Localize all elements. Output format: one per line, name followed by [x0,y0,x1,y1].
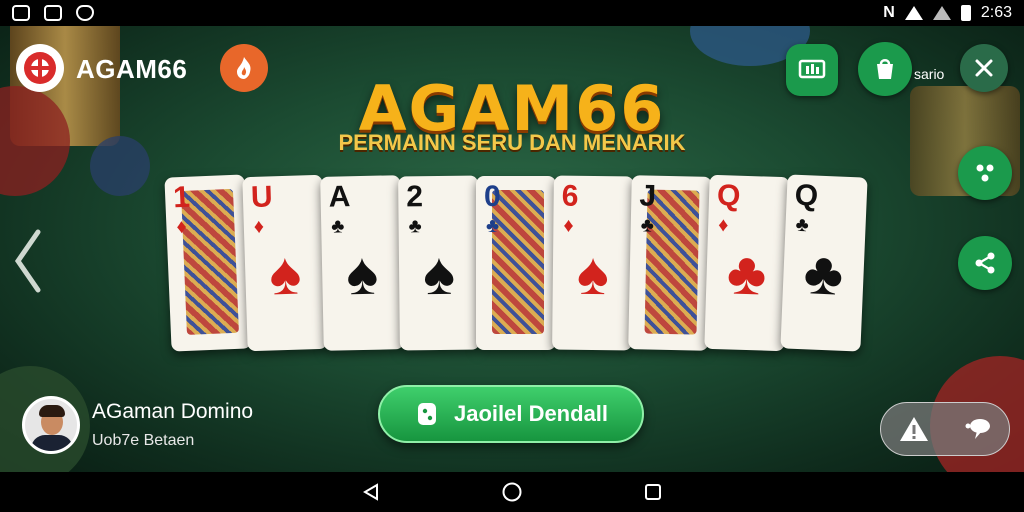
card-rank: J [639,179,657,213]
card-suit-icon: ♣ [640,214,655,237]
card-suit-icon: ♣ [795,213,810,237]
card-rank: A [328,180,351,214]
card-suit-icon: ♣ [486,215,500,237]
playing-card[interactable]: 1 ♦ [164,174,252,352]
avatar[interactable] [22,396,80,454]
card-hand: 1 ♦ U ♦ ♠ A ♣ ♠ 2 ♣ ♠ 0 ♣ 6 ♦ ♠ J ♣ Q ♦ ♣ Q ♣ ♣ [164,174,868,356]
system-nav-bar [0,472,1024,512]
playing-card[interactable]: U ♦ ♠ [242,174,328,352]
playing-card[interactable]: 6 ♦ ♠ [552,175,634,351]
nfc-icon: N [883,4,895,21]
shield-icon [76,5,94,21]
share-icon[interactable] [958,236,1012,290]
card-rank: 6 [561,179,579,213]
battery-icon [960,5,971,21]
home-icon[interactable] [501,481,523,503]
card-rank: 2 [406,180,424,214]
card-rank: 0 [484,180,501,213]
playing-card[interactable]: A ♣ ♠ [320,175,404,351]
card-suit-icon: ♦ [176,215,188,239]
card-rank: Q [716,179,741,213]
back-icon[interactable] [361,482,381,502]
alert-icon[interactable] [897,414,931,444]
card-suit-icon: ♣ [331,215,345,238]
game-subtitle: PERMAINN SERU DAN MENARIK [338,130,686,155]
domino-icon [417,403,436,425]
playing-card[interactable]: J ♣ [628,175,712,351]
play-button-label: Jaoilel Dendall [453,401,609,426]
card-center-suit-icon: ♠ [268,239,303,308]
chevron-left-icon[interactable] [8,226,48,296]
card-suit-icon: ♦ [253,215,265,238]
player-name: AGaman Domino [92,400,254,423]
playing-card[interactable]: Q ♦ ♣ [704,174,790,352]
people-icon[interactable] [958,146,1012,200]
wifi-icon [904,6,923,20]
card-center-suit-icon: ♣ [802,239,845,308]
game-lobby: AGAM66 AGAM66 PERMAINN SERU DAN MENARIK … [0,26,1024,472]
card-center-suit-icon: ♠ [422,239,456,308]
card-rank: Q [794,178,819,213]
notification-icon [12,5,30,21]
card-center-suit-icon: ♠ [576,239,610,308]
playing-card[interactable]: 0 ♣ [476,176,556,350]
card-center-suit-icon: ♣ [725,239,768,308]
chat-icon[interactable] [963,415,993,443]
close-icon[interactable] [960,44,1008,92]
play-button[interactable]: Jaoilel Dendall [378,385,644,443]
signal-icon [932,6,951,20]
image-icon [44,5,62,21]
tv-icon[interactable] [786,44,838,96]
card-rank: 1 [172,180,191,215]
player-profile[interactable]: AGaman Domino Uob7e Betaen [22,396,253,454]
settings-pill[interactable] [880,402,1010,456]
card-center-suit-icon: ♠ [345,239,379,308]
playing-card[interactable]: 2 ♣ ♠ [398,175,480,351]
shop-bag-icon[interactable] [858,42,912,96]
playing-card[interactable]: Q ♣ ♣ [780,174,868,352]
card-suit-icon: ♦ [717,214,729,237]
card-suit-icon: ♣ [408,215,422,238]
top-right-label: sario [914,66,945,82]
player-subtitle: Uob7e Betaen [92,432,195,449]
status-bar: N 2:63 [0,0,1024,26]
card-suit-icon: ♦ [563,214,574,237]
recents-icon[interactable] [643,482,663,502]
clock: 2:63 [980,4,1012,21]
card-rank: U [250,180,274,215]
